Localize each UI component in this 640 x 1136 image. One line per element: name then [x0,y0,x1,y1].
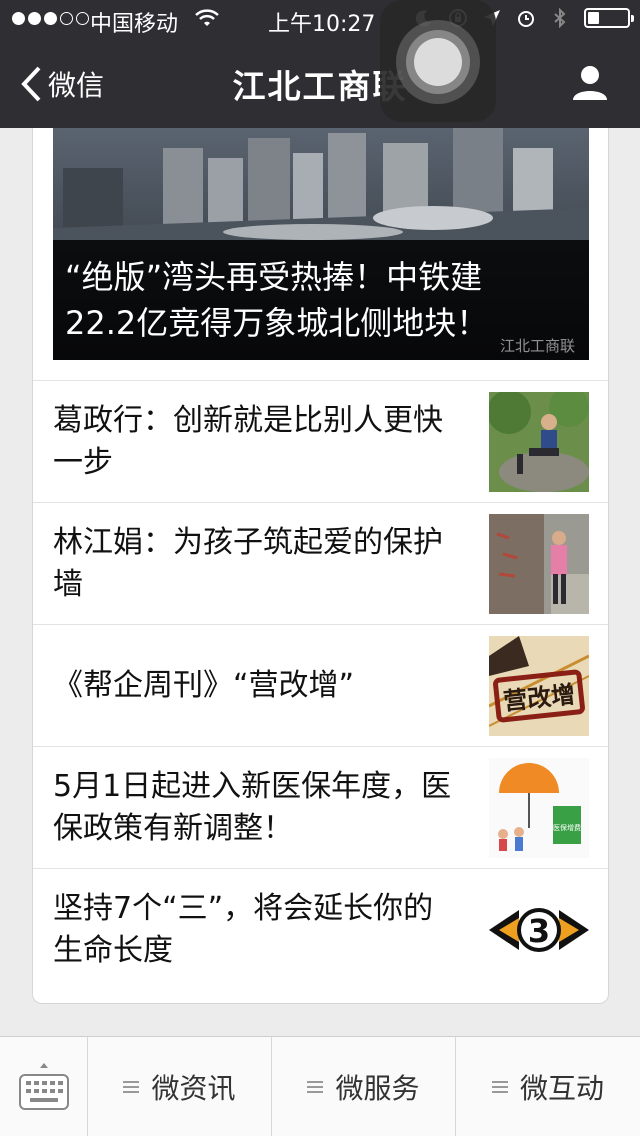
signal-strength-icon [12,12,89,25]
article-title: 坚持7个“三”，将会延长你的生命长度 [53,890,434,968]
keyboard-toggle-button[interactable] [0,1037,88,1136]
thumb-number-text: 3 [528,912,550,950]
keyboard-icon [19,1063,69,1110]
assistive-touch-button[interactable] [380,0,496,122]
battery-icon [584,8,634,28]
hero-caption-line1: “绝版”湾头再受热捧！中铁建 [65,258,483,296]
menu-label: 微服务 [335,1072,420,1105]
article-item[interactable]: 葛政行：创新就是比别人更快一步 [33,381,608,502]
menu-list-icon [491,1081,508,1093]
article-item[interactable]: 《帮企周刊》“营改增” 营改增 [33,625,608,746]
page-title: 江北工商联 [232,67,408,106]
article-title: 5月1日起进入新医保年度，医保政策有新调整！ [53,768,452,846]
hero-article[interactable]: “绝版”湾头再受热捧！中铁建 22.2亿竞得万象城北侧地块！ 江北工商联 [53,128,589,360]
nav-bar: 微信 江北工商联 [0,40,640,128]
article-item[interactable]: 林江娟：为孩子筑起爱的保护墙 [33,503,608,624]
thumb-book-text: 医保增费 [553,823,581,832]
wifi-icon [195,9,219,26]
menu-wei-interact[interactable]: 微互动 [456,1037,640,1136]
article-thumbnail [489,392,589,492]
article-thumbnail [489,514,589,614]
status-time: 上午10:27 [268,12,376,37]
article-thumbnail: 3 [489,880,589,980]
menu-wei-news[interactable]: 微资讯 [88,1037,272,1136]
article-title: 林江娟：为孩子筑起爱的保护墙 [53,524,443,602]
article-item[interactable]: 坚持7个“三”，将会延长你的生命长度 3 [33,869,608,990]
alarm-icon [518,11,534,27]
article-thumbnail: 医保增费 [489,758,589,858]
status-bar: 中国移动 上午10:27 [0,0,640,40]
profile-icon[interactable] [570,62,610,102]
menu-wei-service[interactable]: 微服务 [272,1037,456,1136]
hero-watermark: 江北工商联 [499,337,575,355]
bluetooth-icon [554,8,566,28]
article-title: 葛政行：创新就是比别人更快一步 [53,402,443,480]
menu-list-icon [307,1081,324,1093]
bottom-menu-bar: 微资讯 微服务 微互动 [0,1036,640,1136]
article-card: “绝版”湾头再受热捧！中铁建 22.2亿竞得万象城北侧地块！ 江北工商联 葛政行… [32,128,609,1004]
menu-label: 微资讯 [151,1072,236,1105]
article-item[interactable]: 5月1日起进入新医保年度，医保政策有新调整！ 医保增费 [33,747,608,868]
menu-list-icon [123,1081,140,1093]
carrier-name: 中国移动 [90,12,179,37]
menu-label: 微互动 [519,1072,604,1105]
article-title: 《帮企周刊》“营改增” [53,667,355,703]
article-thumbnail: 营改增 [489,636,589,736]
